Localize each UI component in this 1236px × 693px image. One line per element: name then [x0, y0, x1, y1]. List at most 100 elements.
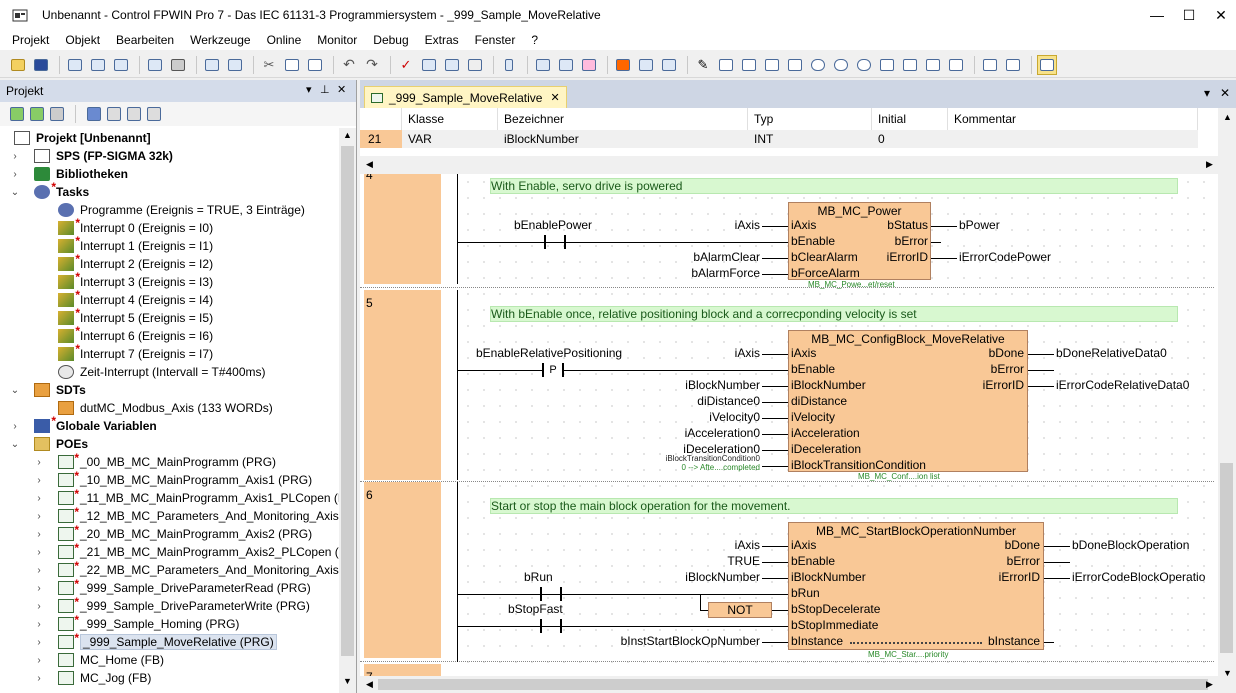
decl-hscroll[interactable]: ◀ ▶: [360, 156, 1218, 174]
undo-icon[interactable]: ↶: [339, 55, 359, 75]
menu-online[interactable]: Online: [259, 33, 310, 47]
decl-header-klasse[interactable]: Klasse: [402, 108, 498, 130]
editor-vscroll-thumb[interactable]: [1220, 463, 1233, 653]
contact-benablepower[interactable]: [544, 235, 566, 249]
color-icon[interactable]: [613, 55, 633, 75]
ladder-insert-icon[interactable]: [556, 55, 576, 75]
tree-item[interactable]: _20_MB_MC_MainProgramm_Axis2 (PRG): [58, 523, 312, 543]
compile-object-icon[interactable]: [87, 107, 101, 121]
menu-fenster[interactable]: Fenster: [467, 33, 524, 47]
tree-item[interactable]: Interrupt 3 (Ereignis = I3): [58, 270, 213, 291]
expand-arrow-icon[interactable]: ›: [34, 583, 44, 594]
tree-item[interactable]: Interrupt 0 (Ereignis = I0): [58, 216, 213, 237]
decl-cell-bezeichner[interactable]: iBlockNumber: [498, 130, 748, 148]
tree-item[interactable]: _22_MB_MC_Parameters_And_Monitoring_Axis…: [58, 559, 340, 579]
editor-menu-icon[interactable]: ▾: [1204, 86, 1210, 100]
tree-item[interactable]: _999_Sample_DriveParameterWrite (PRG): [58, 595, 310, 615]
tab-move-relative[interactable]: _999_Sample_MoveRelative ✕: [364, 86, 567, 108]
expand-arrow-icon[interactable]: ›: [34, 547, 44, 558]
panel-close-icon[interactable]: ✕: [337, 83, 346, 96]
line-horizontal-icon[interactable]: [980, 55, 1000, 75]
tree-item[interactable]: Globale Variablen: [34, 414, 157, 435]
ladder-delete-icon[interactable]: [579, 55, 599, 75]
editor-close-icon[interactable]: ✕: [1220, 86, 1230, 100]
tree-item[interactable]: Bibliotheken: [34, 165, 128, 183]
decl-header-initial[interactable]: Initial: [872, 108, 948, 130]
monitor-icon[interactable]: [636, 55, 656, 75]
ladder-hscroll-thumb[interactable]: [378, 679, 1208, 690]
tree-item[interactable]: Interrupt 5 (Ereignis = I5): [58, 306, 213, 327]
tree-item[interactable]: POEs: [34, 435, 88, 453]
tree-item[interactable]: SPS (FP-SIGMA 32k): [34, 147, 173, 165]
expand-arrow-icon[interactable]: ›: [34, 511, 44, 522]
add-child-icon[interactable]: [50, 107, 64, 121]
expand-arrow-icon[interactable]: ›: [10, 169, 20, 180]
expand-arrow-icon[interactable]: ›: [34, 529, 44, 540]
paste-icon[interactable]: [305, 55, 325, 75]
tree-item[interactable]: _10_MB_MC_MainProgramm_Axis1 (PRG): [58, 469, 312, 489]
tree-item[interactable]: Interrupt 4 (Ereignis = I4): [58, 288, 213, 309]
expand-arrow-icon[interactable]: ›: [34, 475, 44, 486]
tree-item[interactable]: _00_MB_MC_MainProgramm (PRG): [58, 451, 276, 471]
tree-item[interactable]: Projekt [Unbenannt]: [14, 129, 151, 147]
download-icon[interactable]: [111, 55, 131, 75]
decl-scroll-right-icon[interactable]: ▶: [1206, 159, 1213, 170]
ladder-hscroll[interactable]: ◀ ▶: [360, 676, 1218, 693]
decl-cell-kommentar[interactable]: [948, 130, 1198, 148]
checkmark-tool-icon[interactable]: [147, 107, 161, 121]
collapse-arrow-icon[interactable]: ⌄: [10, 439, 20, 450]
editor-vscroll[interactable]: ▲ ▼: [1218, 108, 1236, 693]
tree-item[interactable]: Interrupt 7 (Ereignis = I7): [58, 342, 213, 363]
pencil-icon[interactable]: ✎: [693, 55, 713, 75]
library-tool2-icon[interactable]: [127, 107, 141, 121]
comment-icon[interactable]: [946, 55, 966, 75]
check-project-icon[interactable]: [442, 55, 462, 75]
library-tool-icon[interactable]: [107, 107, 121, 121]
cut-icon[interactable]: ✂: [259, 55, 279, 75]
view-icon[interactable]: [659, 55, 679, 75]
save-icon[interactable]: [31, 55, 51, 75]
redo-icon[interactable]: ↷: [362, 55, 382, 75]
menu-projekt[interactable]: Projekt: [4, 33, 57, 47]
menu-extras[interactable]: Extras: [417, 33, 467, 47]
scroll-up-icon[interactable]: ▲: [343, 130, 352, 140]
tree-item[interactable]: Tasks: [34, 180, 89, 201]
decl-cell-typ[interactable]: INT: [748, 130, 872, 148]
coil-set-icon[interactable]: [831, 55, 851, 75]
tree-item[interactable]: _21_MB_MC_MainProgramm_Axis2_PLCopen (PR: [58, 541, 340, 561]
contact-bstopfast[interactable]: [540, 619, 562, 633]
tree-item[interactable]: _999_Sample_Homing (PRG): [58, 613, 239, 633]
print-preview-icon[interactable]: [145, 55, 165, 75]
expand-arrow-icon[interactable]: ›: [34, 673, 44, 684]
tree-item[interactable]: Zeit-Interrupt (Intervall = T#400ms): [58, 363, 266, 381]
menu-objekt[interactable]: Objekt: [57, 33, 108, 47]
tree-item[interactable]: MC_Home (FB): [58, 651, 164, 669]
var-toggle-icon[interactable]: [1037, 54, 1057, 75]
line-vertical-icon[interactable]: [1003, 55, 1023, 75]
tree-item[interactable]: dutMC_Modbus_Axis (133 WORDs): [58, 399, 273, 417]
find-replace-icon[interactable]: [225, 55, 245, 75]
expand-arrow-icon[interactable]: ›: [34, 601, 44, 612]
contact-p-icon[interactable]: [762, 55, 782, 75]
editor-scroll-down-icon[interactable]: ▼: [1223, 668, 1232, 678]
contact-brun[interactable]: [540, 587, 562, 601]
tree-item[interactable]: SDTs: [34, 381, 86, 399]
menu-debug[interactable]: Debug: [365, 33, 416, 47]
decl-header-typ[interactable]: Typ: [748, 108, 872, 130]
check-all-icon[interactable]: [419, 55, 439, 75]
pin-tool-icon[interactable]: [499, 55, 519, 75]
not-block[interactable]: NOT: [708, 602, 772, 618]
copy-icon[interactable]: [282, 55, 302, 75]
var-box-icon[interactable]: [877, 55, 897, 75]
collapse-arrow-icon[interactable]: ⌄: [10, 385, 20, 396]
coil-reset-icon[interactable]: [854, 55, 874, 75]
scroll-down-icon[interactable]: ▼: [343, 676, 352, 686]
tree-item[interactable]: _999_Sample_MoveRelative (PRG): [58, 631, 277, 651]
decl-header-bezeichner[interactable]: Bezeichner: [498, 108, 748, 130]
print-icon[interactable]: [168, 55, 188, 75]
menu-bearbeiten[interactable]: Bearbeiten: [108, 33, 182, 47]
check-icon[interactable]: ✓: [396, 55, 416, 75]
contact-p-benablerelativepositioning[interactable]: P: [542, 363, 564, 377]
editor-scroll-up-icon[interactable]: ▲: [1223, 112, 1232, 122]
expand-arrow-icon[interactable]: ›: [34, 565, 44, 576]
